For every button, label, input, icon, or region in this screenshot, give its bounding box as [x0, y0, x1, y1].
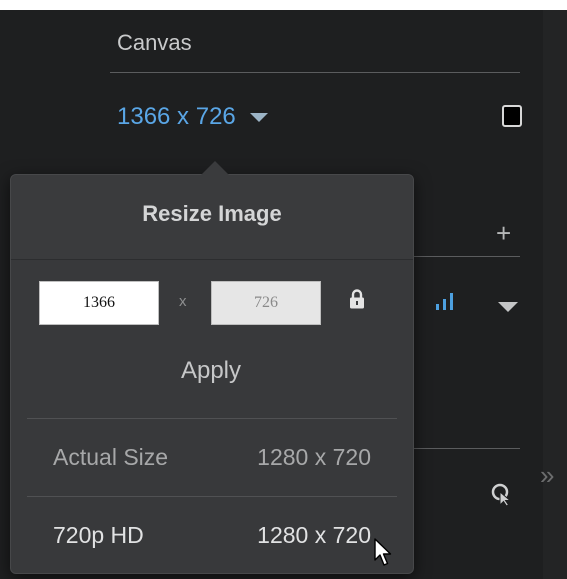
apply-button[interactable]: Apply — [111, 351, 311, 391]
popover-title: Resize Image — [142, 201, 282, 226]
caret-down-icon[interactable] — [498, 302, 518, 312]
popover-header: Resize Image — [11, 175, 413, 260]
preset-720p-hd[interactable]: 720p HD 1280 x 720 — [27, 508, 397, 564]
signal-bars-icon[interactable] — [435, 292, 457, 310]
caret-down-icon — [249, 112, 268, 122]
divider — [410, 448, 520, 449]
height-field[interactable] — [211, 281, 321, 325]
preset-dimensions: 1280 x 720 — [257, 522, 371, 548]
resize-image-popover: Resize Image x Apply Actual Size 1280 x … — [10, 161, 414, 574]
divider — [110, 72, 520, 73]
divider — [27, 418, 397, 419]
width-field[interactable] — [39, 281, 159, 325]
preset-actual-size[interactable]: Actual Size 1280 x 720 — [27, 430, 397, 486]
preset-name: 720p HD — [53, 522, 144, 548]
lock-icon[interactable] — [349, 289, 365, 309]
canvas-size-value: 1366 x 726 — [117, 103, 236, 130]
preset-name: Actual Size — [53, 444, 169, 470]
canvas-properties-panel: Canvas 1366 x 726 + » Resize Image x App… — [0, 10, 567, 579]
plus-icon[interactable]: + — [496, 220, 511, 246]
preset-dimensions: 1280 x 720 — [257, 444, 371, 470]
popover-arrow — [201, 161, 229, 175]
divider — [410, 256, 520, 257]
times-sign: x — [179, 293, 187, 310]
panel-edge — [543, 10, 567, 579]
canvas-color-swatch[interactable] — [502, 105, 522, 127]
canvas-size-selector[interactable]: 1366 x 726 — [117, 102, 268, 132]
divider — [27, 496, 397, 497]
canvas-heading: Canvas — [117, 30, 192, 55]
double-chevron-right-icon[interactable]: » — [540, 460, 555, 491]
mouse-cursor-icon — [374, 538, 392, 566]
target-pointer-icon[interactable] — [490, 482, 514, 506]
